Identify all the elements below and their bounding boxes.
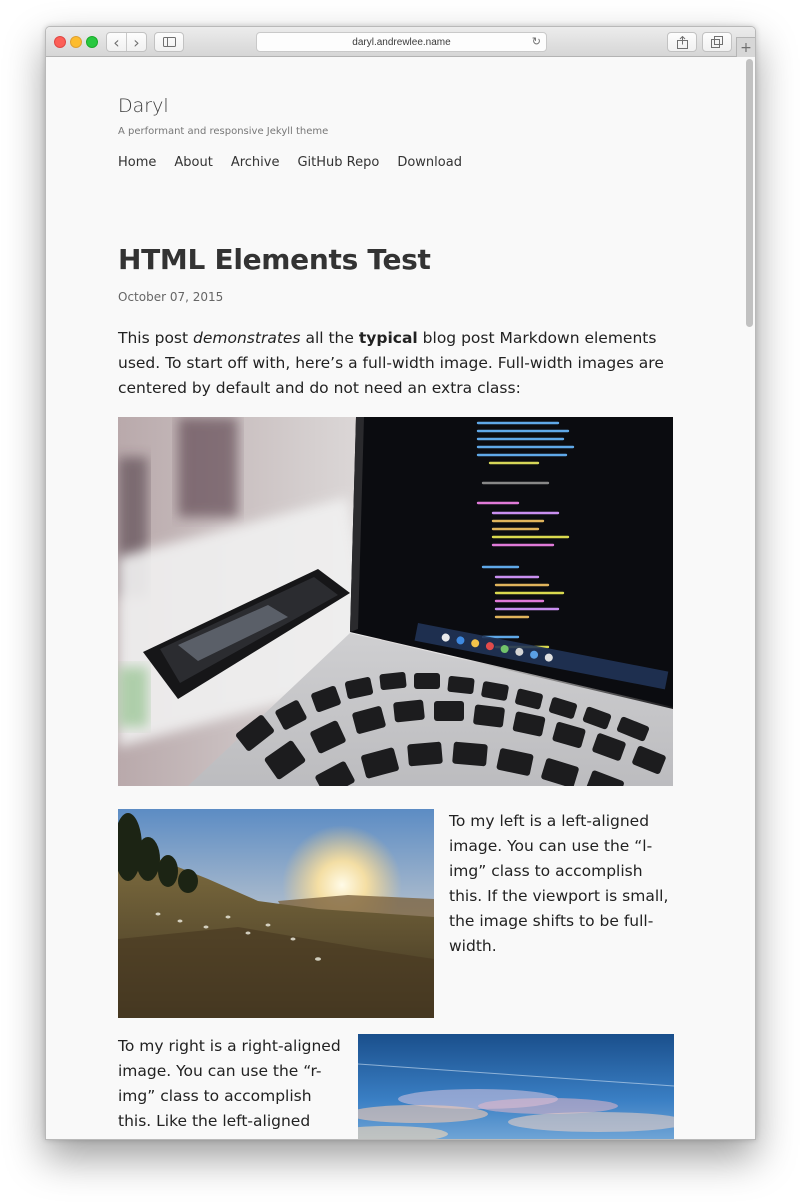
browser-toolbar: ‹ › daryl.andrewlee.name ↻	[46, 27, 755, 57]
site-title[interactable]: Daryl	[118, 95, 169, 117]
laptop-photo	[118, 417, 673, 786]
maximize-window-button[interactable]	[86, 36, 98, 48]
site-nav: Home About Archive GitHub Repo Download	[118, 155, 480, 170]
nav-link-download[interactable]: Download	[397, 155, 462, 170]
intro-text: This post	[118, 329, 194, 347]
address-bar[interactable]: daryl.andrewlee.name ↻	[256, 32, 547, 52]
sky-clouds-photo	[358, 1034, 674, 1139]
scrollbar-thumb[interactable]	[746, 59, 753, 327]
chevron-left-icon: ‹	[113, 32, 120, 52]
post-date: October 07, 2015	[118, 290, 224, 304]
close-window-button[interactable]	[54, 36, 66, 48]
left-image-caption: To my left is a left-aligned image. You …	[449, 812, 669, 955]
page-scrollbar[interactable]	[743, 57, 755, 1139]
nav-link-home[interactable]: Home	[118, 155, 156, 170]
intro-emphasis: demonstrates	[193, 329, 301, 347]
post-intro: This post demonstrates all the typical b…	[118, 326, 674, 401]
intro-strong: typical	[358, 329, 418, 347]
share-button[interactable]	[667, 32, 697, 52]
right-aligned-image	[358, 1034, 674, 1139]
intro-text: all the	[300, 329, 359, 347]
chevron-right-icon: ›	[133, 32, 140, 52]
url-text: daryl.andrewlee.name	[352, 36, 451, 48]
right-image-caption: To my right is a right-aligned image. Yo…	[118, 1037, 341, 1139]
forward-button[interactable]: ›	[126, 32, 146, 52]
sidebar-icon	[162, 37, 176, 47]
back-button[interactable]: ‹	[107, 32, 126, 52]
site-description: A performant and responsive Jekyll theme	[118, 126, 329, 137]
tabs-overview-button[interactable]	[702, 32, 732, 52]
nav-link-archive[interactable]: Archive	[231, 155, 280, 170]
nav-link-about[interactable]: About	[174, 155, 212, 170]
nav-link-github-repo[interactable]: GitHub Repo	[297, 155, 379, 170]
sidebar-button[interactable]	[154, 32, 184, 52]
share-icon	[676, 35, 688, 49]
minimize-window-button[interactable]	[70, 36, 82, 48]
plus-icon: +	[740, 39, 752, 56]
full-width-image	[118, 417, 673, 786]
tabs-overview-icon	[711, 36, 723, 48]
post-title: HTML Elements Test	[118, 243, 431, 276]
left-aligned-image	[118, 809, 434, 1018]
sunset-hill-photo	[118, 809, 434, 1018]
browser-window: ‹ › daryl.andrewlee.name ↻ + Daryl A per…	[45, 26, 756, 1140]
history-navigation: ‹ ›	[106, 32, 147, 52]
new-tab-button[interactable]: +	[736, 37, 755, 57]
reload-icon[interactable]: ↻	[532, 35, 541, 48]
